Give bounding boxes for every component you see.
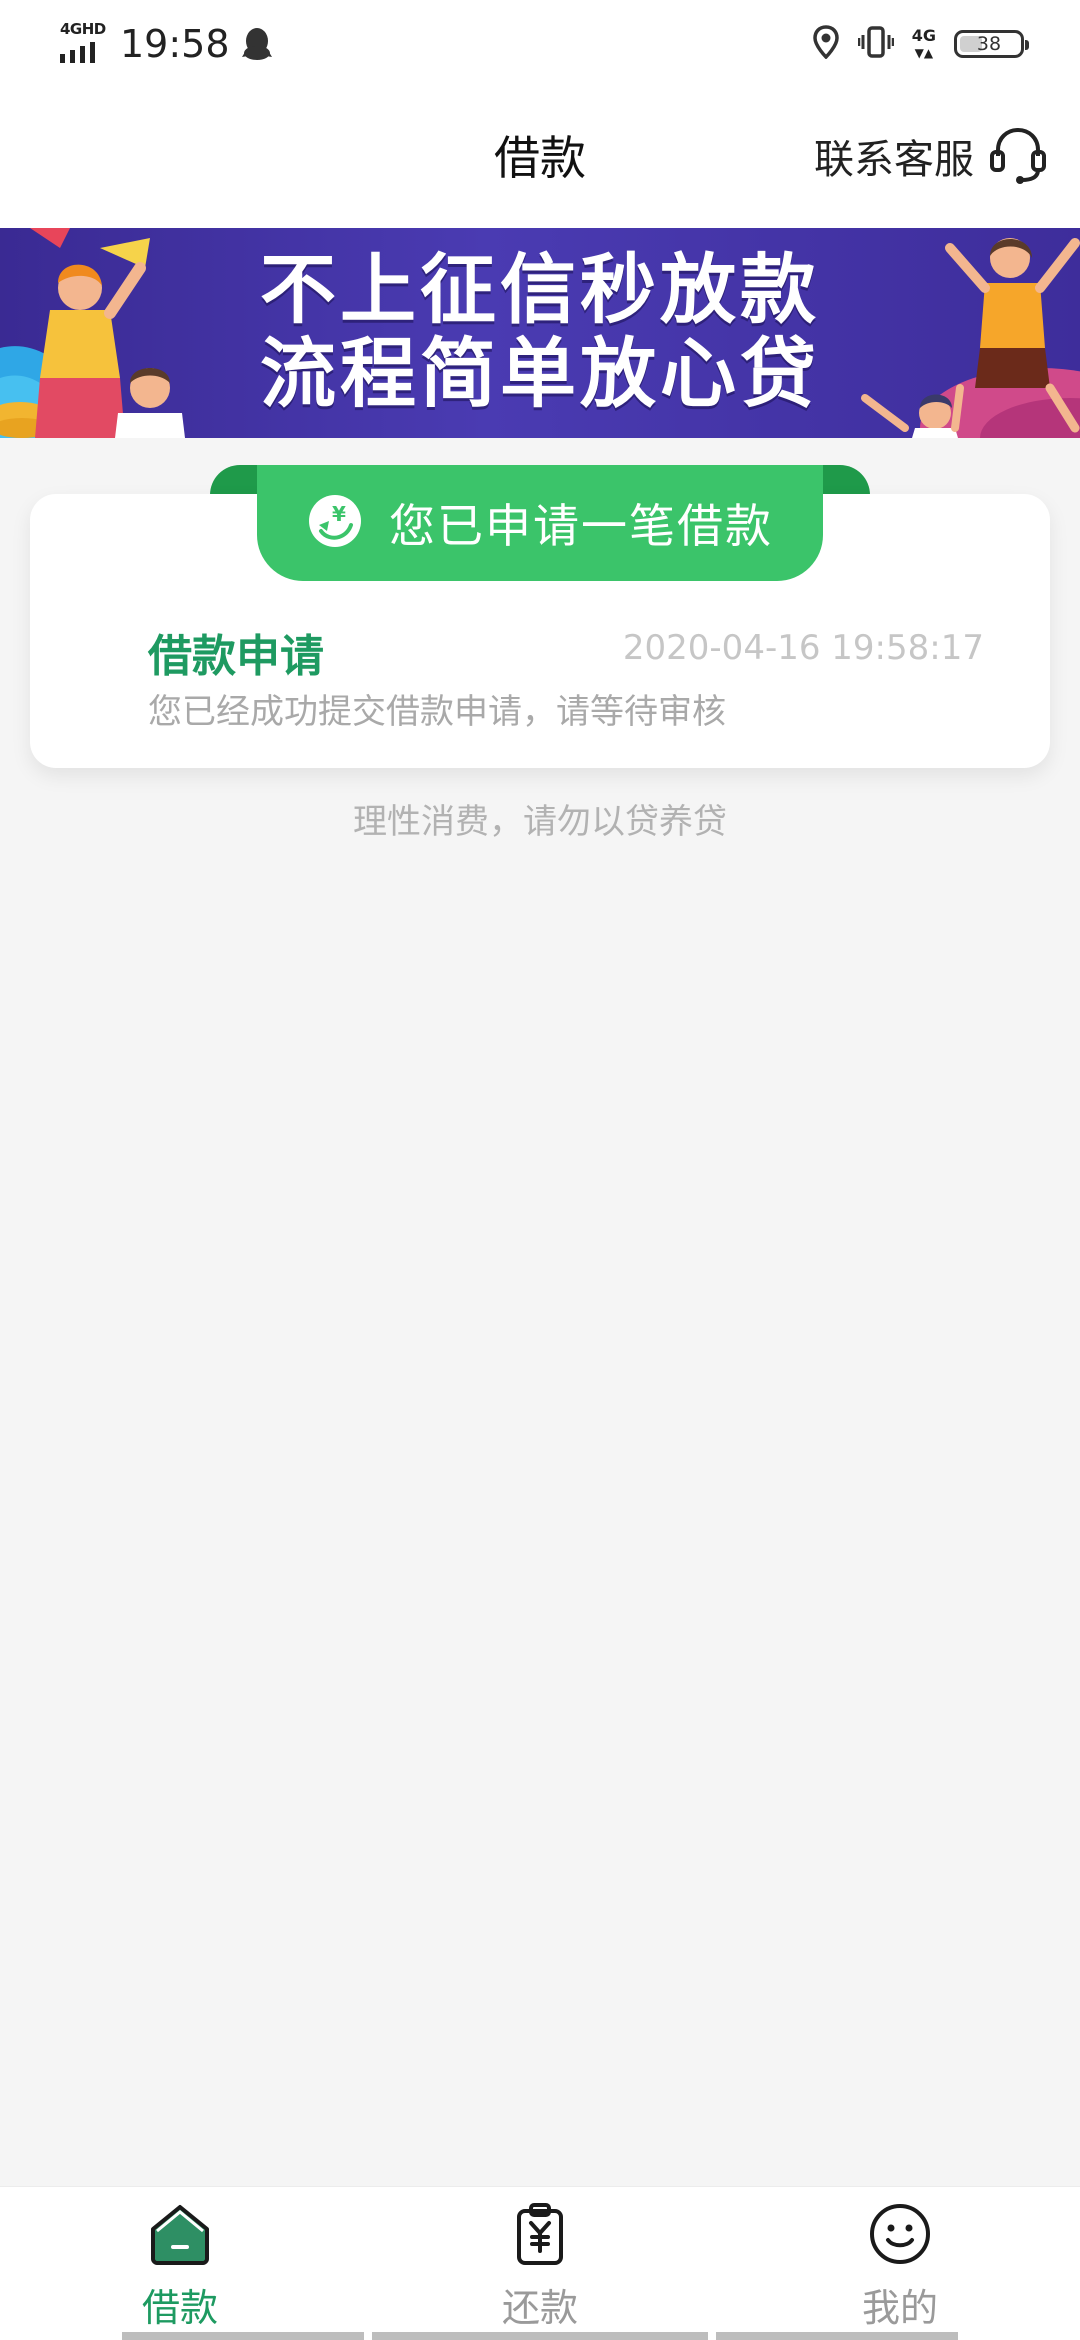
banner-text: 不上征信秒放款 流程简单放心贷 (0, 248, 1080, 416)
nav-item-mine[interactable]: 我的 (800, 2201, 1000, 2331)
yuan-coin-icon: ¥ (307, 493, 363, 553)
bottom-navigation: 借款 还款 我的 (0, 2186, 1080, 2340)
nav-label-mine: 我的 (861, 2286, 938, 2330)
network-type-label: 4GHD (60, 20, 106, 38)
screen: 4GHD 19:58 4G ▼▲ 38 借款 联系客服 不上征信秒放款 流程简单… (0, 0, 1080, 2340)
status-right: 4G ▼▲ 38 (812, 22, 1029, 66)
location-icon (812, 25, 840, 63)
status-bar: 4GHD 19:58 4G ▼▲ 38 (0, 0, 1080, 84)
responsible-borrowing-notice: 理性消费，请勿以贷养贷 (353, 802, 727, 842)
vibrate-icon (857, 25, 894, 63)
nav-item-loan[interactable]: 借款 (80, 2201, 280, 2331)
battery-icon: 38 (954, 30, 1029, 58)
entry-title: 借款申请 (148, 631, 324, 682)
home-indicator-segment (372, 2332, 708, 2340)
headset-icon (986, 122, 1050, 190)
repay-yuan-icon (507, 2201, 573, 2267)
status-time: 19:58 (120, 22, 230, 66)
svg-text:¥: ¥ (332, 502, 346, 526)
banner-line-1: 不上征信秒放款 (260, 245, 820, 334)
badge-label: 您已申请一笔借款 (389, 499, 773, 553)
contact-service-button[interactable]: 联系客服 (814, 122, 1050, 190)
mobile-data-label: 4G (911, 25, 936, 45)
title-bar: 借款 联系客服 (0, 84, 1080, 228)
nav-item-repay[interactable]: 还款 (440, 2201, 640, 2331)
mobile-data-icon: 4G ▼▲ (911, 25, 936, 60)
signal-bars (60, 42, 95, 63)
nav-label-loan: 借款 (141, 2286, 218, 2330)
application-status-badge: ¥ 您已申请一笔借款 (257, 465, 823, 581)
home-indicator-segment (122, 2332, 364, 2340)
nav-label-repay: 还款 (501, 2286, 578, 2330)
banner-line-2: 流程简单放心贷 (260, 329, 820, 418)
home-indicator-segment (716, 2332, 958, 2340)
entry-timestamp: 2020-04-16 19:58:17 (622, 628, 984, 668)
smiley-icon (867, 2201, 933, 2267)
contact-service-label: 联系客服 (814, 137, 974, 183)
status-left: 4GHD 19:58 (58, 16, 272, 72)
entry-description: 您已经成功提交借款申请，请等待审核 (148, 692, 726, 732)
promo-banner[interactable]: 不上征信秒放款 流程简单放心贷 (0, 228, 1080, 438)
battery-level: 38 (976, 33, 1002, 55)
signal-icon: 4GHD (58, 21, 108, 67)
qq-penguin-icon (241, 26, 272, 62)
home-icon (147, 2201, 213, 2267)
